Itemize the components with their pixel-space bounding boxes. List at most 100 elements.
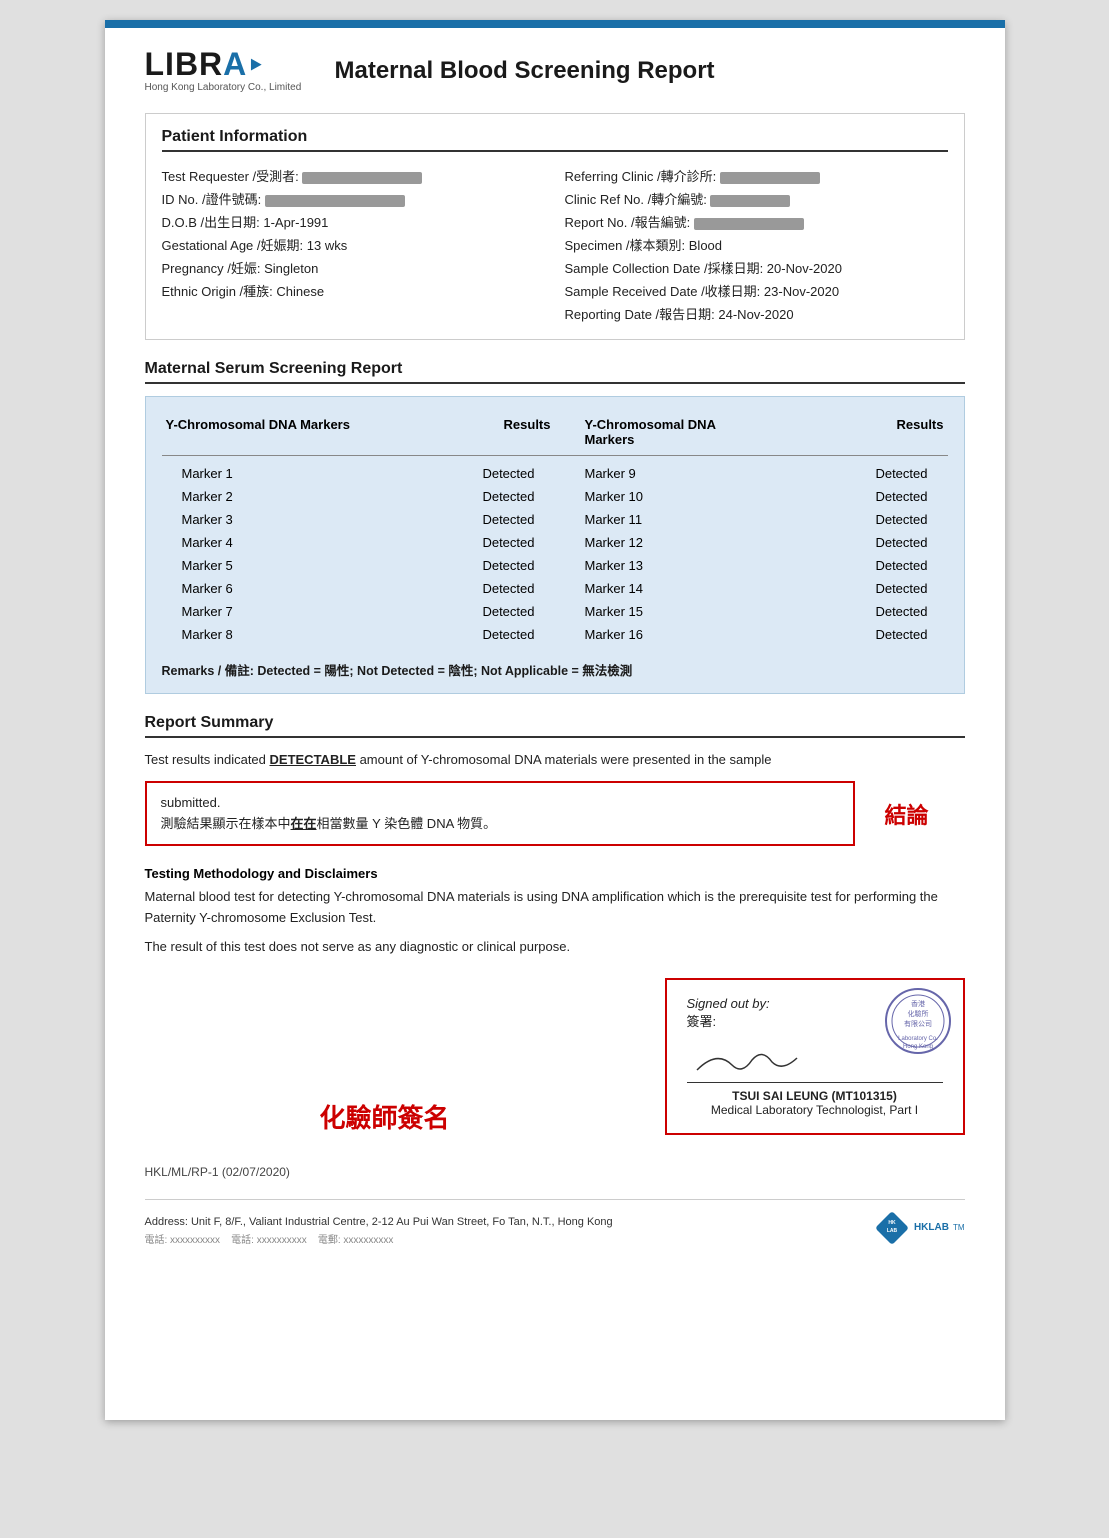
svg-text:有限公司: 有限公司 — [904, 1019, 932, 1028]
marker-result: Detected — [358, 462, 555, 485]
marker-result: Detected — [751, 485, 948, 508]
marker-name: Marker 3 — [162, 508, 359, 531]
signature-svg — [687, 1040, 807, 1080]
info-id: ID No. /證件號碼: — [162, 187, 545, 210]
info-received-date: Sample Received Date /收樣日期: 23-Nov-2020 — [565, 279, 948, 302]
info-clinic-ref: Clinic Ref No. /轉介編號: — [565, 187, 948, 210]
marker-name: Marker 1 — [162, 462, 359, 485]
right-markers-headers: Y-Chromosomal DNA Markers Results — [555, 411, 948, 456]
col-header-right-name: Y-Chromosomal DNA Markers — [555, 411, 752, 456]
marker-row: Marker 8Detected — [162, 623, 555, 646]
info-dob: D.O.B /出生日期: 1-Apr-1991 — [162, 210, 545, 233]
marker-result: Detected — [751, 623, 948, 646]
marker-result: Detected — [358, 577, 555, 600]
marker-row: Marker 13Detected — [555, 554, 948, 577]
col-header-left-name: Y-Chromosomal DNA Markers — [162, 411, 359, 456]
marker-name: Marker 2 — [162, 485, 359, 508]
marker-row: Marker 3Detected — [162, 508, 555, 531]
marker-result: Detected — [358, 485, 555, 508]
marker-result: Detected — [358, 554, 555, 577]
logo-text: LIBRA‣ — [145, 48, 265, 80]
marker-row: Marker 11Detected — [555, 508, 948, 531]
marker-name: Marker 12 — [555, 531, 752, 554]
marker-name: Marker 11 — [555, 508, 752, 531]
marker-name: Marker 15 — [555, 600, 752, 623]
hklab-tm: TM — [953, 1223, 965, 1232]
marker-result: Detected — [358, 508, 555, 531]
info-collection-date: Sample Collection Date /採樣日期: 20-Nov-202… — [565, 256, 948, 279]
report-page: LIBRA‣ Hong Kong Laboratory Co., Limited… — [105, 20, 1005, 1420]
chinese-result: 測驗結果顯示在樣本中在在相當數量 Y 染色體 DNA 物質。 — [161, 814, 839, 835]
footer-contact: 電話: xxxxxxxxxx 電話: xxxxxxxxxx 電郵: xxxxxx… — [145, 1231, 613, 1246]
test-requester-value — [302, 172, 422, 184]
info-pregnancy: Pregnancy /妊娠: Singleton — [162, 256, 545, 279]
top-bar — [105, 20, 1005, 28]
footer-logo: HK LAB HK LAB TM — [874, 1210, 965, 1246]
marker-row: Marker 5Detected — [162, 554, 555, 577]
markers-body: Marker 1DetectedMarker 2DetectedMarker 3… — [162, 462, 948, 646]
marker-row: Marker 16Detected — [555, 623, 948, 646]
methodology-text1: Maternal blood test for detecting Y-chro… — [145, 887, 965, 929]
hklab-diamond-icon: HK LAB — [874, 1210, 910, 1246]
marker-result: Detected — [751, 508, 948, 531]
summary-box-row: submitted. 測驗結果顯示在樣本中在在相當數量 Y 染色體 DNA 物質… — [145, 781, 965, 847]
marker-result: Detected — [751, 531, 948, 554]
id-value — [265, 195, 405, 207]
col-header-left-result: Results — [358, 411, 555, 456]
footer-ref: HKL/ML/RP-1 (02/07/2020) — [145, 1165, 965, 1179]
marker-row: Marker 14Detected — [555, 577, 948, 600]
serum-heading: Maternal Serum Screening Report — [145, 360, 965, 384]
patient-left-col: Test Requester /受測者: ID No. /證件號碼: D.O.B… — [162, 164, 545, 325]
info-test-requester: Test Requester /受測者: — [162, 164, 545, 187]
summary-section: Report Summary Test results indicated DE… — [145, 714, 965, 846]
patient-right-col: Referring Clinic /轉介診所: Clinic Ref No. /… — [565, 164, 948, 325]
marker-name: Marker 14 — [555, 577, 752, 600]
detectable-label: DETECTABLE — [270, 752, 356, 767]
marker-result: Detected — [358, 600, 555, 623]
marker-name: Marker 6 — [162, 577, 359, 600]
marker-result: Detected — [358, 623, 555, 646]
info-report-no: Report No. /報告編號: — [565, 210, 948, 233]
svg-text:香港: 香港 — [911, 999, 925, 1008]
marker-result: Detected — [751, 554, 948, 577]
marker-name: Marker 10 — [555, 485, 752, 508]
markers-table-container: Y-Chromosomal DNA Markers Results Y-Chro… — [145, 396, 965, 694]
marker-name: Marker 5 — [162, 554, 359, 577]
serum-section: Maternal Serum Screening Report Y-Chromo… — [145, 360, 965, 694]
marker-result: Detected — [751, 462, 948, 485]
methodology-section: Testing Methodology and Disclaimers Mate… — [145, 866, 965, 957]
marker-row: Marker 1Detected — [162, 462, 555, 485]
signatory-name: TSUI SAI LEUNG (MT101315) — [687, 1089, 943, 1103]
clinic-ref-value — [710, 195, 790, 207]
marker-row: Marker 15Detected — [555, 600, 948, 623]
submitted-text: submitted. — [161, 793, 839, 814]
marker-name: Marker 13 — [555, 554, 752, 577]
marker-result: Detected — [751, 600, 948, 623]
submitted-box: submitted. 測驗結果顯示在樣本中在在相當數量 Y 染色體 DNA 物質… — [145, 781, 855, 847]
header: LIBRA‣ Hong Kong Laboratory Co., Limited… — [145, 48, 965, 93]
footer-address-bar: Address: Unit F, 8/F., Valiant Industria… — [145, 1199, 965, 1246]
marker-result: Detected — [358, 531, 555, 554]
patient-info-heading: Patient Information — [162, 128, 948, 152]
markers-headers: Y-Chromosomal DNA Markers Results Y-Chro… — [162, 411, 948, 456]
report-no-value — [694, 218, 804, 230]
summary-text-line1: Test results indicated DETECTABLE amount… — [145, 750, 965, 771]
chemist-label: 化驗師簽名 — [145, 1098, 625, 1135]
left-markers-col: Marker 1DetectedMarker 2DetectedMarker 3… — [162, 462, 555, 646]
svg-text:HK: HK — [888, 1220, 896, 1226]
col-header-right-result: Results — [751, 411, 948, 456]
marker-row: Marker 9Detected — [555, 462, 948, 485]
marker-row: Marker 4Detected — [162, 531, 555, 554]
marker-name: Marker 9 — [555, 462, 752, 485]
info-specimen: Specimen /樣本類別: Blood — [565, 233, 948, 256]
marker-name: Marker 8 — [162, 623, 359, 646]
methodology-heading: Testing Methodology and Disclaimers — [145, 866, 965, 881]
summary-heading: Report Summary — [145, 714, 965, 738]
info-reporting-date: Reporting Date /報告日期: 24-Nov-2020 — [565, 302, 948, 325]
marker-row: Marker 7Detected — [162, 600, 555, 623]
signatory-title: Medical Laboratory Technologist, Part I — [687, 1103, 943, 1117]
svg-text:LAB: LAB — [887, 1228, 898, 1234]
marker-row: Marker 2Detected — [162, 485, 555, 508]
marker-row: Marker 6Detected — [162, 577, 555, 600]
marker-result: Detected — [751, 577, 948, 600]
